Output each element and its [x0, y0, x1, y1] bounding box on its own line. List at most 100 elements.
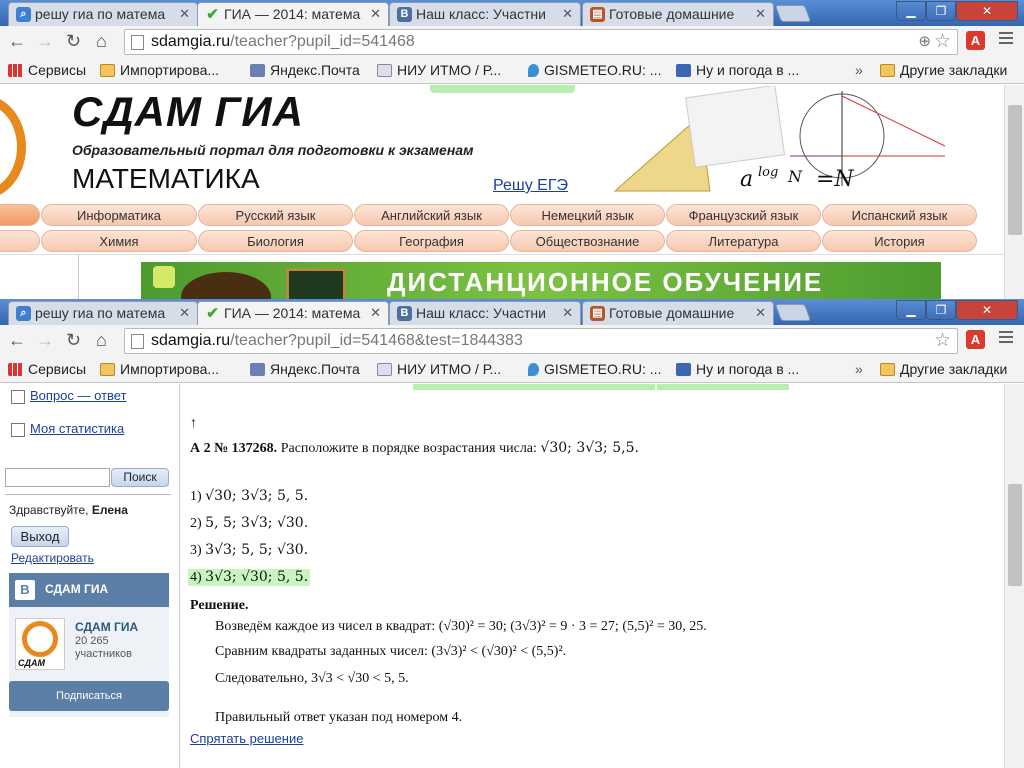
close-window-button[interactable]: ✕: [956, 1, 1018, 21]
bookmarks-bar: Сервисы Импортирова... Яндекс.Почта НИУ …: [0, 357, 1024, 383]
bookmark-other[interactable]: Другие закладки: [880, 360, 1007, 378]
checkbox[interactable]: [11, 423, 25, 437]
back-to-top-link[interactable]: ↑: [190, 416, 197, 432]
bookmark-yandex-mail[interactable]: Яндекс.Почта: [250, 360, 360, 378]
subject-math-tab[interactable]: [0, 204, 40, 226]
subject-history[interactable]: История: [822, 230, 977, 252]
scrollbar-thumb[interactable]: [1008, 484, 1022, 586]
bookmark-star-icon[interactable]: ☆: [934, 30, 951, 54]
answer-option-4-correct: 4) 3√3; √30; 5, 5.: [188, 569, 311, 586]
close-tab-icon[interactable]: ✕: [179, 305, 190, 321]
my-stats-link[interactable]: Моя статистика: [30, 421, 124, 436]
close-tab-icon[interactable]: ✕: [370, 6, 381, 22]
search-button[interactable]: Поиск: [111, 468, 169, 487]
extension-icon[interactable]: A: [966, 31, 985, 50]
tab-nash-klass[interactable]: B Наш класс: Участни ✕: [389, 301, 581, 325]
tab-gotovye-domashnie[interactable]: ▤ Готовые домашние ✕: [582, 2, 774, 26]
home-icon[interactable]: ⌂: [96, 31, 107, 51]
edit-profile-link[interactable]: Редактировать: [11, 551, 94, 565]
bookmark-gismeteo[interactable]: GISMETEO.RU: ...: [528, 360, 661, 378]
bookmarks-more-button[interactable]: »: [855, 360, 863, 378]
scrollbar[interactable]: [1004, 85, 1024, 299]
tab-label: решу гиа по матема: [35, 6, 166, 22]
qa-link[interactable]: Вопрос — ответ: [30, 388, 127, 403]
address-bar[interactable]: sdamgia.ru/teacher?pupil_id=541468&test=…: [124, 328, 958, 354]
subject-russian[interactable]: Русский язык: [198, 204, 353, 226]
subject-physics-tab[interactable]: [0, 230, 40, 252]
vk-subscribe-button[interactable]: Подписаться: [9, 681, 169, 711]
forward-icon[interactable]: →: [36, 330, 54, 350]
forward-icon[interactable]: →: [36, 31, 54, 51]
bookmark-other[interactable]: Другие закладки: [880, 61, 1007, 79]
solution-answer: Правильный ответ указан под номером 4.: [215, 710, 463, 725]
distance-learning-banner[interactable]: ДИСТАНЦИОННОЕ ОБУЧЕНИЕ: [141, 262, 941, 299]
tab-reshu-gia[interactable]: ⌕ решу гиа по матема ✕: [8, 301, 198, 325]
tab-gotovye-domashnie[interactable]: ▤ Готовые домашние ✕: [582, 301, 774, 325]
reload-icon[interactable]: ↻: [66, 330, 81, 350]
subject-biology[interactable]: Биология: [198, 230, 353, 252]
close-tab-icon[interactable]: ✕: [562, 305, 573, 321]
hide-solution-link[interactable]: Спрятать решение: [190, 731, 303, 746]
bookmark-star-icon[interactable]: ☆: [934, 329, 951, 353]
vk-group-avatar[interactable]: СДАМ ГИА: [15, 618, 65, 670]
logout-button[interactable]: Выход: [11, 526, 69, 547]
new-tab-button[interactable]: [774, 5, 812, 22]
reshu-ege-link[interactable]: Решу ЕГЭ: [493, 177, 568, 195]
bookmark-services[interactable]: Сервисы: [8, 61, 86, 79]
extension-icon[interactable]: A: [966, 330, 985, 349]
subject-social-studies[interactable]: Обществознание: [510, 230, 665, 252]
search-input[interactable]: [5, 468, 110, 487]
close-tab-icon[interactable]: ✕: [179, 6, 190, 22]
subject-chemistry[interactable]: Химия: [41, 230, 197, 252]
bookmark-yandex-mail[interactable]: Яндекс.Почта: [250, 61, 360, 79]
subject-literature[interactable]: Литература: [666, 230, 821, 252]
bookmark-gismeteo[interactable]: GISMETEO.RU: ...: [528, 61, 661, 79]
close-window-button[interactable]: ✕: [956, 300, 1018, 320]
bookmark-imported[interactable]: Импортирова...: [100, 61, 219, 79]
subject-french[interactable]: Французский язык: [666, 204, 821, 226]
address-bar[interactable]: sdamgia.ru/teacher?pupil_id=541468 ⊕ ☆: [124, 29, 958, 55]
close-tab-icon[interactable]: ✕: [370, 305, 381, 321]
bookmark-services[interactable]: Сервисы: [8, 360, 86, 378]
close-tab-icon[interactable]: ✕: [562, 6, 573, 22]
tab-gia-2014[interactable]: ✔ ГИА — 2014: матема ✕: [197, 301, 389, 325]
bookmark-weather[interactable]: Ну и погода в ...: [676, 61, 799, 79]
subject-spanish[interactable]: Испанский язык: [822, 204, 977, 226]
vk-member-count: 20 265: [75, 635, 109, 647]
solution-line-1: Возведём каждое из чисел в квадрат: (√30…: [215, 619, 707, 634]
minimize-button[interactable]: ▁: [896, 300, 926, 320]
reload-icon[interactable]: ↻: [66, 31, 81, 51]
back-icon[interactable]: ←: [8, 330, 26, 350]
subject-informatics[interactable]: Информатика: [41, 204, 197, 226]
tab-nash-klass[interactable]: B Наш класс: Участни ✕: [389, 2, 581, 26]
scrollbar[interactable]: [1004, 384, 1024, 768]
close-tab-icon[interactable]: ✕: [755, 6, 766, 22]
minimize-button[interactable]: ▁: [896, 1, 926, 21]
maximize-button[interactable]: ❐: [926, 300, 956, 320]
bookmark-weather[interactable]: Ну и погода в ...: [676, 360, 799, 378]
bookmark-itmo[interactable]: НИУ ИТМО / Р...: [377, 61, 501, 79]
scrollbar-thumb[interactable]: [1008, 105, 1022, 235]
bookmark-itmo[interactable]: НИУ ИТМО / Р...: [377, 360, 501, 378]
checkbox[interactable]: [11, 390, 25, 404]
bookmark-imported[interactable]: Импортирова...: [100, 360, 219, 378]
back-icon[interactable]: ←: [8, 31, 26, 51]
vk-widget-title: СДАМ ГИА: [45, 582, 109, 596]
subject-geography[interactable]: География: [354, 230, 509, 252]
music-icon: [153, 266, 175, 288]
subject-german[interactable]: Немецкий язык: [510, 204, 665, 226]
menu-icon[interactable]: [999, 331, 1013, 346]
vk-group-name[interactable]: СДАМ ГИА: [75, 620, 138, 634]
menu-icon[interactable]: [999, 32, 1013, 47]
tab-gia-2014[interactable]: ✔ ГИА — 2014: матема ✕: [197, 2, 389, 26]
close-tab-icon[interactable]: ✕: [755, 305, 766, 321]
home-icon[interactable]: ⌂: [96, 330, 107, 350]
bookmarks-more-button[interactable]: »: [855, 61, 863, 79]
maximize-button[interactable]: ❐: [926, 1, 956, 21]
vk-widget-header[interactable]: B СДАМ ГИА: [9, 573, 169, 607]
tab-reshu-gia[interactable]: ⌕ решу гиа по матема ✕: [8, 2, 198, 26]
zoom-icon[interactable]: ⊕: [918, 30, 931, 54]
subject-english[interactable]: Английский язык: [354, 204, 509, 226]
new-tab-button[interactable]: [774, 304, 812, 321]
problem-numbers: √30; 3√3; 5,5.: [540, 440, 639, 456]
